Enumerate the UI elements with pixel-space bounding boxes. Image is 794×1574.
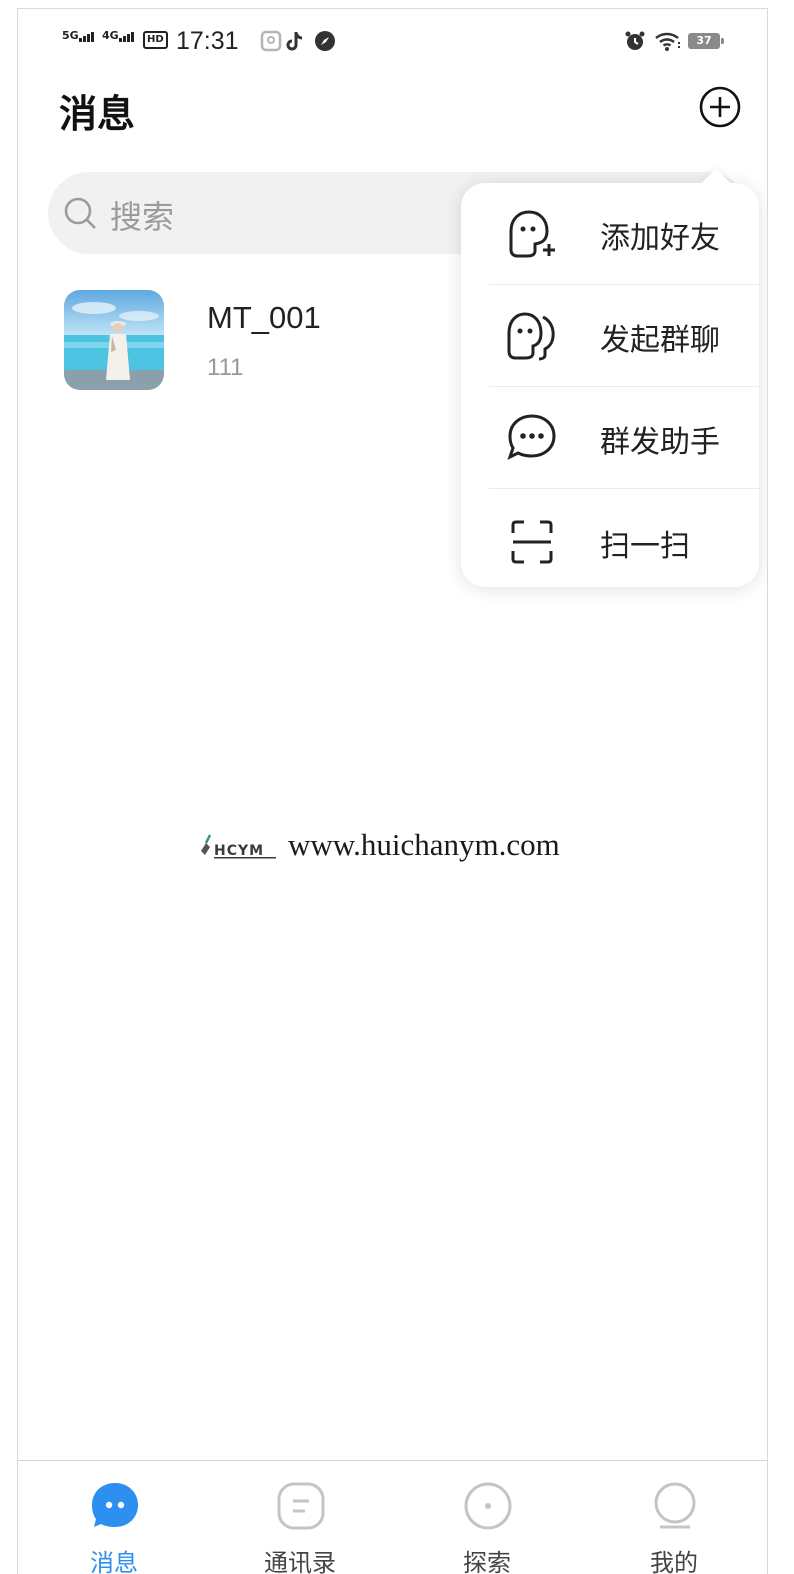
search-icon: [64, 197, 96, 229]
menu-label: 发起群聊: [600, 323, 720, 358]
menu-item-add-friend[interactable]: 添加好友: [461, 183, 759, 284]
tiktok-notification-icon: [286, 32, 303, 51]
gallery-notification-icon: [260, 30, 282, 52]
signal-bars-icon: [118, 29, 135, 42]
page-title: 消息: [59, 92, 136, 136]
menu-item-scan[interactable]: 扫一扫: [461, 491, 759, 592]
hd-voice-badge: HD: [143, 31, 168, 49]
group-chat-icon: [507, 312, 555, 361]
wifi-icon: [655, 32, 680, 51]
add-popup-menu: 添加好友 发起群聊 群发助手 扫一扫: [461, 183, 759, 587]
menu-label: 扫一扫: [600, 529, 690, 564]
tab-profile[interactable]: 我的: [614, 1461, 734, 1574]
signal-4g: 4G: [102, 29, 135, 42]
tab-label: 通讯录: [264, 1549, 336, 1574]
profile-icon: [654, 1482, 696, 1529]
message-icon: [92, 1483, 138, 1527]
svg-text:HCYM: HCYM: [214, 843, 264, 859]
divider: [489, 488, 759, 489]
menu-item-group-chat[interactable]: 发起群聊: [461, 285, 759, 386]
status-bar: 5G 4G HD 17:31 37: [18, 9, 767, 71]
tab-messages[interactable]: 消息: [54, 1461, 174, 1574]
menu-label: 添加好友: [600, 221, 720, 256]
watermark-logo: HCYM: [201, 834, 276, 859]
menu-item-broadcast[interactable]: 群发助手: [461, 387, 759, 488]
bottom-tab-bar: 消息 通讯录 探索 我的: [18, 1460, 767, 1574]
menu-label: 群发助手: [600, 425, 720, 460]
search-placeholder: 搜索: [110, 198, 175, 236]
add-menu-button[interactable]: [699, 86, 741, 128]
conversation-preview: 111: [207, 354, 244, 381]
compass-notification-icon: [315, 31, 335, 51]
broadcast-chat-icon: [507, 414, 556, 460]
battery-indicator: 37: [688, 33, 724, 49]
watermark-url: www.huichanym.com: [288, 827, 560, 862]
contacts-icon: [277, 1482, 325, 1530]
tab-explore[interactable]: 探索: [427, 1461, 547, 1574]
signal-bars-icon: [78, 29, 95, 42]
tab-label: 消息: [90, 1549, 138, 1574]
tab-label: 探索: [463, 1549, 511, 1574]
tab-contacts[interactable]: 通讯录: [240, 1461, 360, 1574]
status-time: 17:31: [176, 27, 239, 55]
signal-5g: 5G: [62, 29, 95, 42]
explore-icon: [464, 1482, 512, 1530]
app-screen: 5G 4G HD 17:31 37 消息 搜索 MT_001 111 添加好友 …: [17, 8, 768, 1574]
tab-label: 我的: [650, 1549, 698, 1574]
scan-icon: [511, 520, 553, 564]
avatar: [64, 290, 164, 390]
sim2-label: 4G: [102, 29, 119, 42]
add-friend-icon: [509, 210, 555, 258]
sim1-label: 5G: [62, 29, 79, 42]
conversation-name: MT_001: [207, 300, 321, 335]
alarm-icon: [625, 31, 645, 50]
